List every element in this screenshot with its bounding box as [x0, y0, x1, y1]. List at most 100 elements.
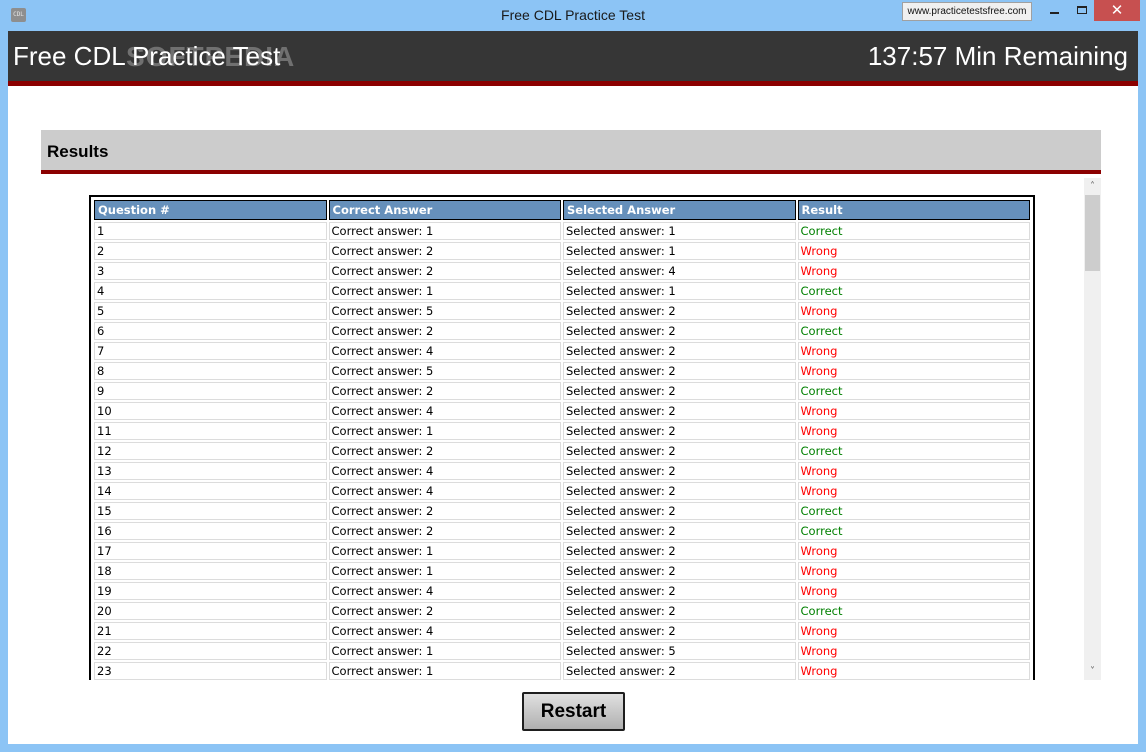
cell-correct-answer: Correct answer: 4: [328, 462, 561, 480]
table-row: 16 Correct answer: 2 Selected answer: 2 Cor…: [94, 522, 1030, 540]
cell-selected-answer: Selected answer: 2: [563, 482, 796, 500]
cell-question-number: 13: [94, 462, 327, 480]
table-row: 20 Correct answer: 2 Selected answer: 2 Cor…: [94, 602, 1030, 620]
table-row: 8 Correct answer: 5 Selected answer: 2 Wron…: [94, 362, 1030, 380]
cell-selected-answer: Selected answer: 5: [563, 642, 796, 660]
table-row: 4 Correct answer: 1 Selected answer: 1 Corr…: [94, 282, 1030, 300]
cell-correct-answer: Correct answer: 1: [328, 282, 561, 300]
cell-result: Wrong: [797, 262, 1030, 280]
cell-question-number: 3: [94, 262, 327, 280]
title-bar[interactable]: CDL Free CDL Practice Test www.practicet…: [0, 0, 1146, 31]
cell-selected-answer: Selected answer: 2: [563, 342, 796, 360]
cell-result: Wrong: [797, 622, 1030, 640]
cell-question-number: 23: [94, 662, 327, 680]
table-row: 17 Correct answer: 1 Selected answer: 2 Wro…: [94, 542, 1030, 560]
column-header-correct-answer: Correct Answer: [328, 200, 561, 220]
table-row: 19 Correct answer: 4 Selected answer: 2 Wro…: [94, 582, 1030, 600]
table-header-row: Question # Correct Answer Selected Answe…: [94, 200, 1030, 220]
cell-result: Wrong: [797, 422, 1030, 440]
cell-question-number: 7: [94, 342, 327, 360]
scroll-up-icon[interactable]: ˄: [1084, 178, 1101, 195]
cell-selected-answer: Selected answer: 1: [563, 242, 796, 260]
cell-question-number: 21: [94, 622, 327, 640]
cell-result: Wrong: [797, 242, 1030, 260]
cell-question-number: 12: [94, 442, 327, 460]
table-row: 13 Correct answer: 4 Selected answer: 2 Wro…: [94, 462, 1030, 480]
cell-question-number: 18: [94, 562, 327, 580]
cell-selected-answer: Selected answer: 2: [563, 442, 796, 460]
cell-question-number: 11: [94, 422, 327, 440]
cell-selected-answer: Selected answer: 2: [563, 382, 796, 400]
cell-correct-answer: Correct answer: 2: [328, 262, 561, 280]
cell-selected-answer: Selected answer: 2: [563, 602, 796, 620]
app-header: SOFTPEDIA Free CDL Practice Test 137:57 …: [8, 31, 1138, 86]
cell-question-number: 17: [94, 542, 327, 560]
restart-button[interactable]: Restart: [522, 692, 625, 731]
cell-result: Wrong: [797, 302, 1030, 320]
website-link[interactable]: www.practicetestsfree.com: [902, 2, 1032, 21]
table-row: 6 Correct answer: 2 Selected answer: 2 Corr…: [94, 322, 1030, 340]
app-title: Free CDL Practice Test: [13, 41, 281, 71]
cell-result: Wrong: [797, 482, 1030, 500]
maximize-button[interactable]: [1068, 0, 1096, 21]
cell-question-number: 6: [94, 322, 327, 340]
minimize-button[interactable]: [1040, 0, 1068, 21]
cell-question-number: 2: [94, 242, 327, 260]
column-header-result: Result: [797, 200, 1030, 220]
cell-correct-answer: Correct answer: 2: [328, 442, 561, 460]
cell-correct-answer: Correct answer: 1: [328, 642, 561, 660]
results-scroll-area[interactable]: Question # Correct Answer Selected Answe…: [41, 178, 1101, 680]
cell-result: Correct: [797, 222, 1030, 240]
results-table-body: 1 Correct answer: 1 Selected answer: 1 Corr…: [94, 222, 1030, 680]
cell-correct-answer: Correct answer: 2: [328, 602, 561, 620]
cell-result: Wrong: [797, 462, 1030, 480]
cell-selected-answer: Selected answer: 2: [563, 562, 796, 580]
cell-selected-answer: Selected answer: 2: [563, 662, 796, 680]
table-row: 3 Correct answer: 2 Selected answer: 4 Wron…: [94, 262, 1030, 280]
results-table: Question # Correct Answer Selected Answe…: [92, 198, 1032, 680]
cell-correct-answer: Correct answer: 1: [328, 222, 561, 240]
vertical-scrollbar[interactable]: ˄ ˅: [1084, 178, 1101, 680]
app-window: CDL Free CDL Practice Test www.practicet…: [0, 0, 1146, 752]
cell-selected-answer: Selected answer: 1: [563, 282, 796, 300]
cell-question-number: 10: [94, 402, 327, 420]
cell-result: Correct: [797, 522, 1030, 540]
table-row: 10 Correct answer: 4 Selected answer: 2 Wro…: [94, 402, 1030, 420]
cell-question-number: 5: [94, 302, 327, 320]
cell-result: Wrong: [797, 562, 1030, 580]
table-row: 12 Correct answer: 2 Selected answer: 2 Cor…: [94, 442, 1030, 460]
cell-correct-answer: Correct answer: 2: [328, 502, 561, 520]
scroll-down-icon[interactable]: ˅: [1084, 663, 1101, 680]
client-area: SOFTPEDIA Free CDL Practice Test 137:57 …: [8, 31, 1138, 744]
cell-correct-answer: Correct answer: 4: [328, 342, 561, 360]
table-row: 23 Correct answer: 1 Selected answer: 2 Wro…: [94, 662, 1030, 680]
cell-correct-answer: Correct answer: 1: [328, 422, 561, 440]
minimize-icon: [1049, 12, 1059, 14]
cell-question-number: 9: [94, 382, 327, 400]
table-row: 1 Correct answer: 1 Selected answer: 1 Corr…: [94, 222, 1030, 240]
cell-selected-answer: Selected answer: 2: [563, 582, 796, 600]
column-header-selected-answer: Selected Answer: [563, 200, 796, 220]
cell-selected-answer: Selected answer: 2: [563, 422, 796, 440]
scroll-thumb[interactable]: [1085, 195, 1100, 271]
table-row: 5 Correct answer: 5 Selected answer: 2 Wron…: [94, 302, 1030, 320]
close-button[interactable]: ✕: [1094, 0, 1140, 21]
time-remaining: 137:57 Min Remaining: [867, 41, 1128, 71]
cell-correct-answer: Correct answer: 2: [328, 322, 561, 340]
cell-correct-answer: Correct answer: 1: [328, 542, 561, 560]
cell-correct-answer: Correct answer: 1: [328, 662, 561, 680]
cell-selected-answer: Selected answer: 2: [563, 622, 796, 640]
table-row: 9 Correct answer: 2 Selected answer: 2 Corr…: [94, 382, 1030, 400]
cell-result: Correct: [797, 382, 1030, 400]
cell-result: Wrong: [797, 542, 1030, 560]
cell-question-number: 22: [94, 642, 327, 660]
column-header-question: Question #: [94, 200, 327, 220]
cell-correct-answer: Correct answer: 2: [328, 382, 561, 400]
table-row: 22 Correct answer: 1 Selected answer: 5 Wro…: [94, 642, 1030, 660]
cell-result: Correct: [797, 282, 1030, 300]
table-row: 18 Correct answer: 1 Selected answer: 2 Wro…: [94, 562, 1030, 580]
cell-result: Correct: [797, 602, 1030, 620]
cell-selected-answer: Selected answer: 2: [563, 362, 796, 380]
results-table-container: Question # Correct Answer Selected Answe…: [89, 195, 1035, 680]
cell-correct-answer: Correct answer: 5: [328, 302, 561, 320]
